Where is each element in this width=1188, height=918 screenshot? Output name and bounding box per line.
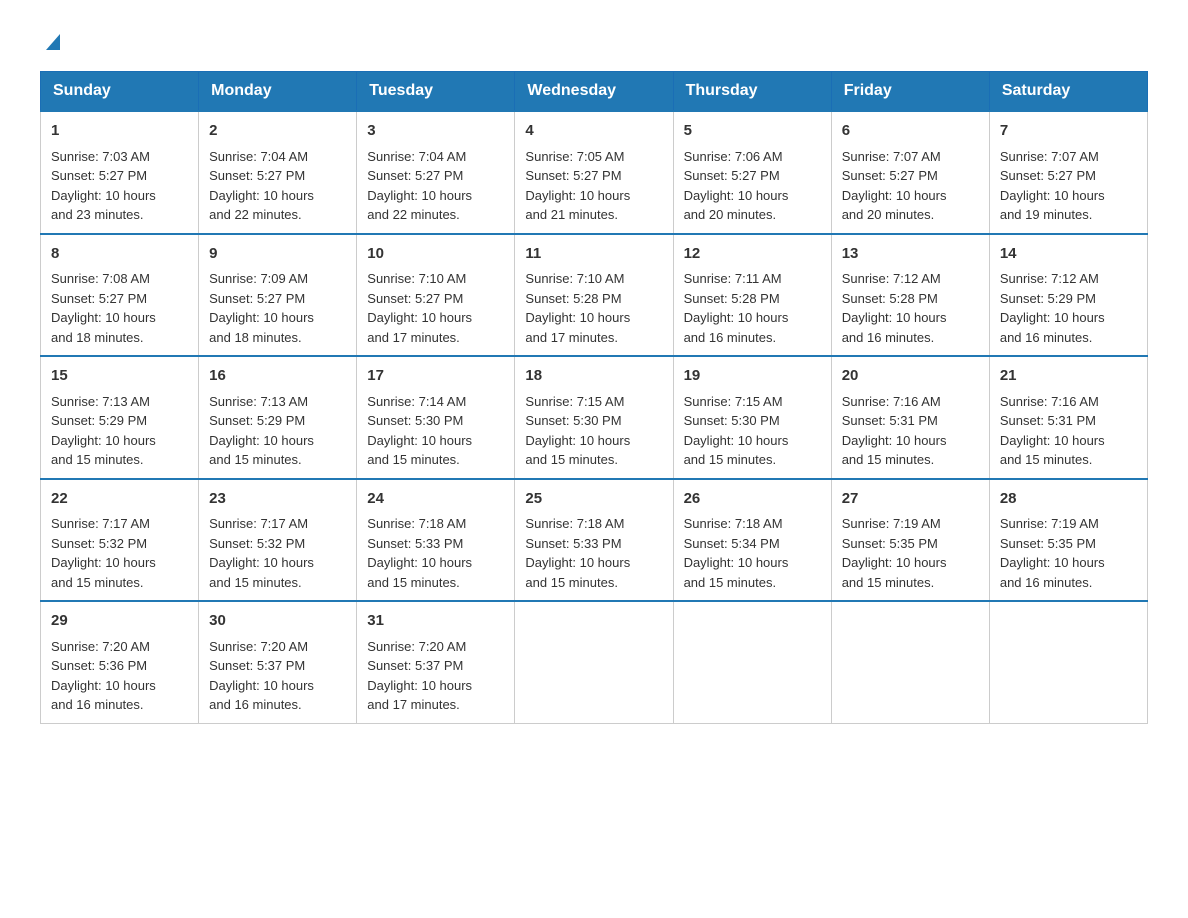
day-number: 29 xyxy=(51,610,188,633)
day-number: 12 xyxy=(684,243,821,266)
calendar-cell: 16Sunrise: 7:13 AMSunset: 5:29 PMDayligh… xyxy=(199,356,357,479)
day-number: 31 xyxy=(367,610,504,633)
calendar-cell xyxy=(831,601,989,723)
calendar-cell: 25Sunrise: 7:18 AMSunset: 5:33 PMDayligh… xyxy=(515,479,673,602)
day-number: 2 xyxy=(209,120,346,143)
day-number: 14 xyxy=(1000,243,1137,266)
calendar-cell: 3Sunrise: 7:04 AMSunset: 5:27 PMDaylight… xyxy=(357,111,515,234)
day-number: 28 xyxy=(1000,488,1137,511)
calendar-cell: 6Sunrise: 7:07 AMSunset: 5:27 PMDaylight… xyxy=(831,111,989,234)
day-number: 22 xyxy=(51,488,188,511)
day-number: 9 xyxy=(209,243,346,266)
calendar-cell: 14Sunrise: 7:12 AMSunset: 5:29 PMDayligh… xyxy=(989,234,1147,357)
day-number: 15 xyxy=(51,365,188,388)
calendar-cell xyxy=(673,601,831,723)
calendar-cell: 9Sunrise: 7:09 AMSunset: 5:27 PMDaylight… xyxy=(199,234,357,357)
calendar-cell: 30Sunrise: 7:20 AMSunset: 5:37 PMDayligh… xyxy=(199,601,357,723)
calendar-header-row: SundayMondayTuesdayWednesdayThursdayFrid… xyxy=(41,72,1148,112)
calendar-cell: 18Sunrise: 7:15 AMSunset: 5:30 PMDayligh… xyxy=(515,356,673,479)
logo-triangle-icon xyxy=(42,30,64,57)
day-number: 10 xyxy=(367,243,504,266)
calendar-cell: 31Sunrise: 7:20 AMSunset: 5:37 PMDayligh… xyxy=(357,601,515,723)
day-of-week-header: Thursday xyxy=(673,72,831,112)
day-number: 26 xyxy=(684,488,821,511)
calendar-cell: 26Sunrise: 7:18 AMSunset: 5:34 PMDayligh… xyxy=(673,479,831,602)
day-number: 24 xyxy=(367,488,504,511)
calendar-cell: 15Sunrise: 7:13 AMSunset: 5:29 PMDayligh… xyxy=(41,356,199,479)
calendar-cell: 13Sunrise: 7:12 AMSunset: 5:28 PMDayligh… xyxy=(831,234,989,357)
day-of-week-header: Monday xyxy=(199,72,357,112)
calendar-cell: 27Sunrise: 7:19 AMSunset: 5:35 PMDayligh… xyxy=(831,479,989,602)
calendar-cell: 2Sunrise: 7:04 AMSunset: 5:27 PMDaylight… xyxy=(199,111,357,234)
calendar-week-row: 22Sunrise: 7:17 AMSunset: 5:32 PMDayligh… xyxy=(41,479,1148,602)
calendar-cell: 11Sunrise: 7:10 AMSunset: 5:28 PMDayligh… xyxy=(515,234,673,357)
day-number: 3 xyxy=(367,120,504,143)
day-number: 17 xyxy=(367,365,504,388)
day-of-week-header: Saturday xyxy=(989,72,1147,112)
day-of-week-header: Wednesday xyxy=(515,72,673,112)
day-number: 21 xyxy=(1000,365,1137,388)
day-number: 16 xyxy=(209,365,346,388)
day-number: 27 xyxy=(842,488,979,511)
calendar-week-row: 29Sunrise: 7:20 AMSunset: 5:36 PMDayligh… xyxy=(41,601,1148,723)
calendar-cell: 1Sunrise: 7:03 AMSunset: 5:27 PMDaylight… xyxy=(41,111,199,234)
day-number: 8 xyxy=(51,243,188,266)
calendar-cell: 10Sunrise: 7:10 AMSunset: 5:27 PMDayligh… xyxy=(357,234,515,357)
calendar-cell: 7Sunrise: 7:07 AMSunset: 5:27 PMDaylight… xyxy=(989,111,1147,234)
calendar-week-row: 8Sunrise: 7:08 AMSunset: 5:27 PMDaylight… xyxy=(41,234,1148,357)
calendar-cell: 29Sunrise: 7:20 AMSunset: 5:36 PMDayligh… xyxy=(41,601,199,723)
calendar-cell xyxy=(989,601,1147,723)
calendar-cell xyxy=(515,601,673,723)
calendar-cell: 20Sunrise: 7:16 AMSunset: 5:31 PMDayligh… xyxy=(831,356,989,479)
calendar-cell: 23Sunrise: 7:17 AMSunset: 5:32 PMDayligh… xyxy=(199,479,357,602)
day-number: 20 xyxy=(842,365,979,388)
day-of-week-header: Friday xyxy=(831,72,989,112)
day-of-week-header: Sunday xyxy=(41,72,199,112)
calendar-cell: 22Sunrise: 7:17 AMSunset: 5:32 PMDayligh… xyxy=(41,479,199,602)
day-number: 5 xyxy=(684,120,821,143)
calendar-cell: 8Sunrise: 7:08 AMSunset: 5:27 PMDaylight… xyxy=(41,234,199,357)
calendar-cell: 17Sunrise: 7:14 AMSunset: 5:30 PMDayligh… xyxy=(357,356,515,479)
calendar-week-row: 15Sunrise: 7:13 AMSunset: 5:29 PMDayligh… xyxy=(41,356,1148,479)
calendar-cell: 21Sunrise: 7:16 AMSunset: 5:31 PMDayligh… xyxy=(989,356,1147,479)
day-number: 7 xyxy=(1000,120,1137,143)
day-number: 30 xyxy=(209,610,346,633)
calendar-cell: 19Sunrise: 7:15 AMSunset: 5:30 PMDayligh… xyxy=(673,356,831,479)
page-header xyxy=(40,30,1148,51)
day-number: 23 xyxy=(209,488,346,511)
day-number: 4 xyxy=(525,120,662,143)
day-number: 6 xyxy=(842,120,979,143)
calendar-cell: 24Sunrise: 7:18 AMSunset: 5:33 PMDayligh… xyxy=(357,479,515,602)
logo xyxy=(40,30,64,51)
day-number: 18 xyxy=(525,365,662,388)
day-number: 11 xyxy=(525,243,662,266)
calendar-cell: 28Sunrise: 7:19 AMSunset: 5:35 PMDayligh… xyxy=(989,479,1147,602)
day-number: 1 xyxy=(51,120,188,143)
calendar-cell: 4Sunrise: 7:05 AMSunset: 5:27 PMDaylight… xyxy=(515,111,673,234)
day-number: 13 xyxy=(842,243,979,266)
calendar-cell: 5Sunrise: 7:06 AMSunset: 5:27 PMDaylight… xyxy=(673,111,831,234)
day-number: 19 xyxy=(684,365,821,388)
calendar-week-row: 1Sunrise: 7:03 AMSunset: 5:27 PMDaylight… xyxy=(41,111,1148,234)
day-of-week-header: Tuesday xyxy=(357,72,515,112)
calendar-cell: 12Sunrise: 7:11 AMSunset: 5:28 PMDayligh… xyxy=(673,234,831,357)
calendar-table: SundayMondayTuesdayWednesdayThursdayFrid… xyxy=(40,71,1148,724)
day-number: 25 xyxy=(525,488,662,511)
